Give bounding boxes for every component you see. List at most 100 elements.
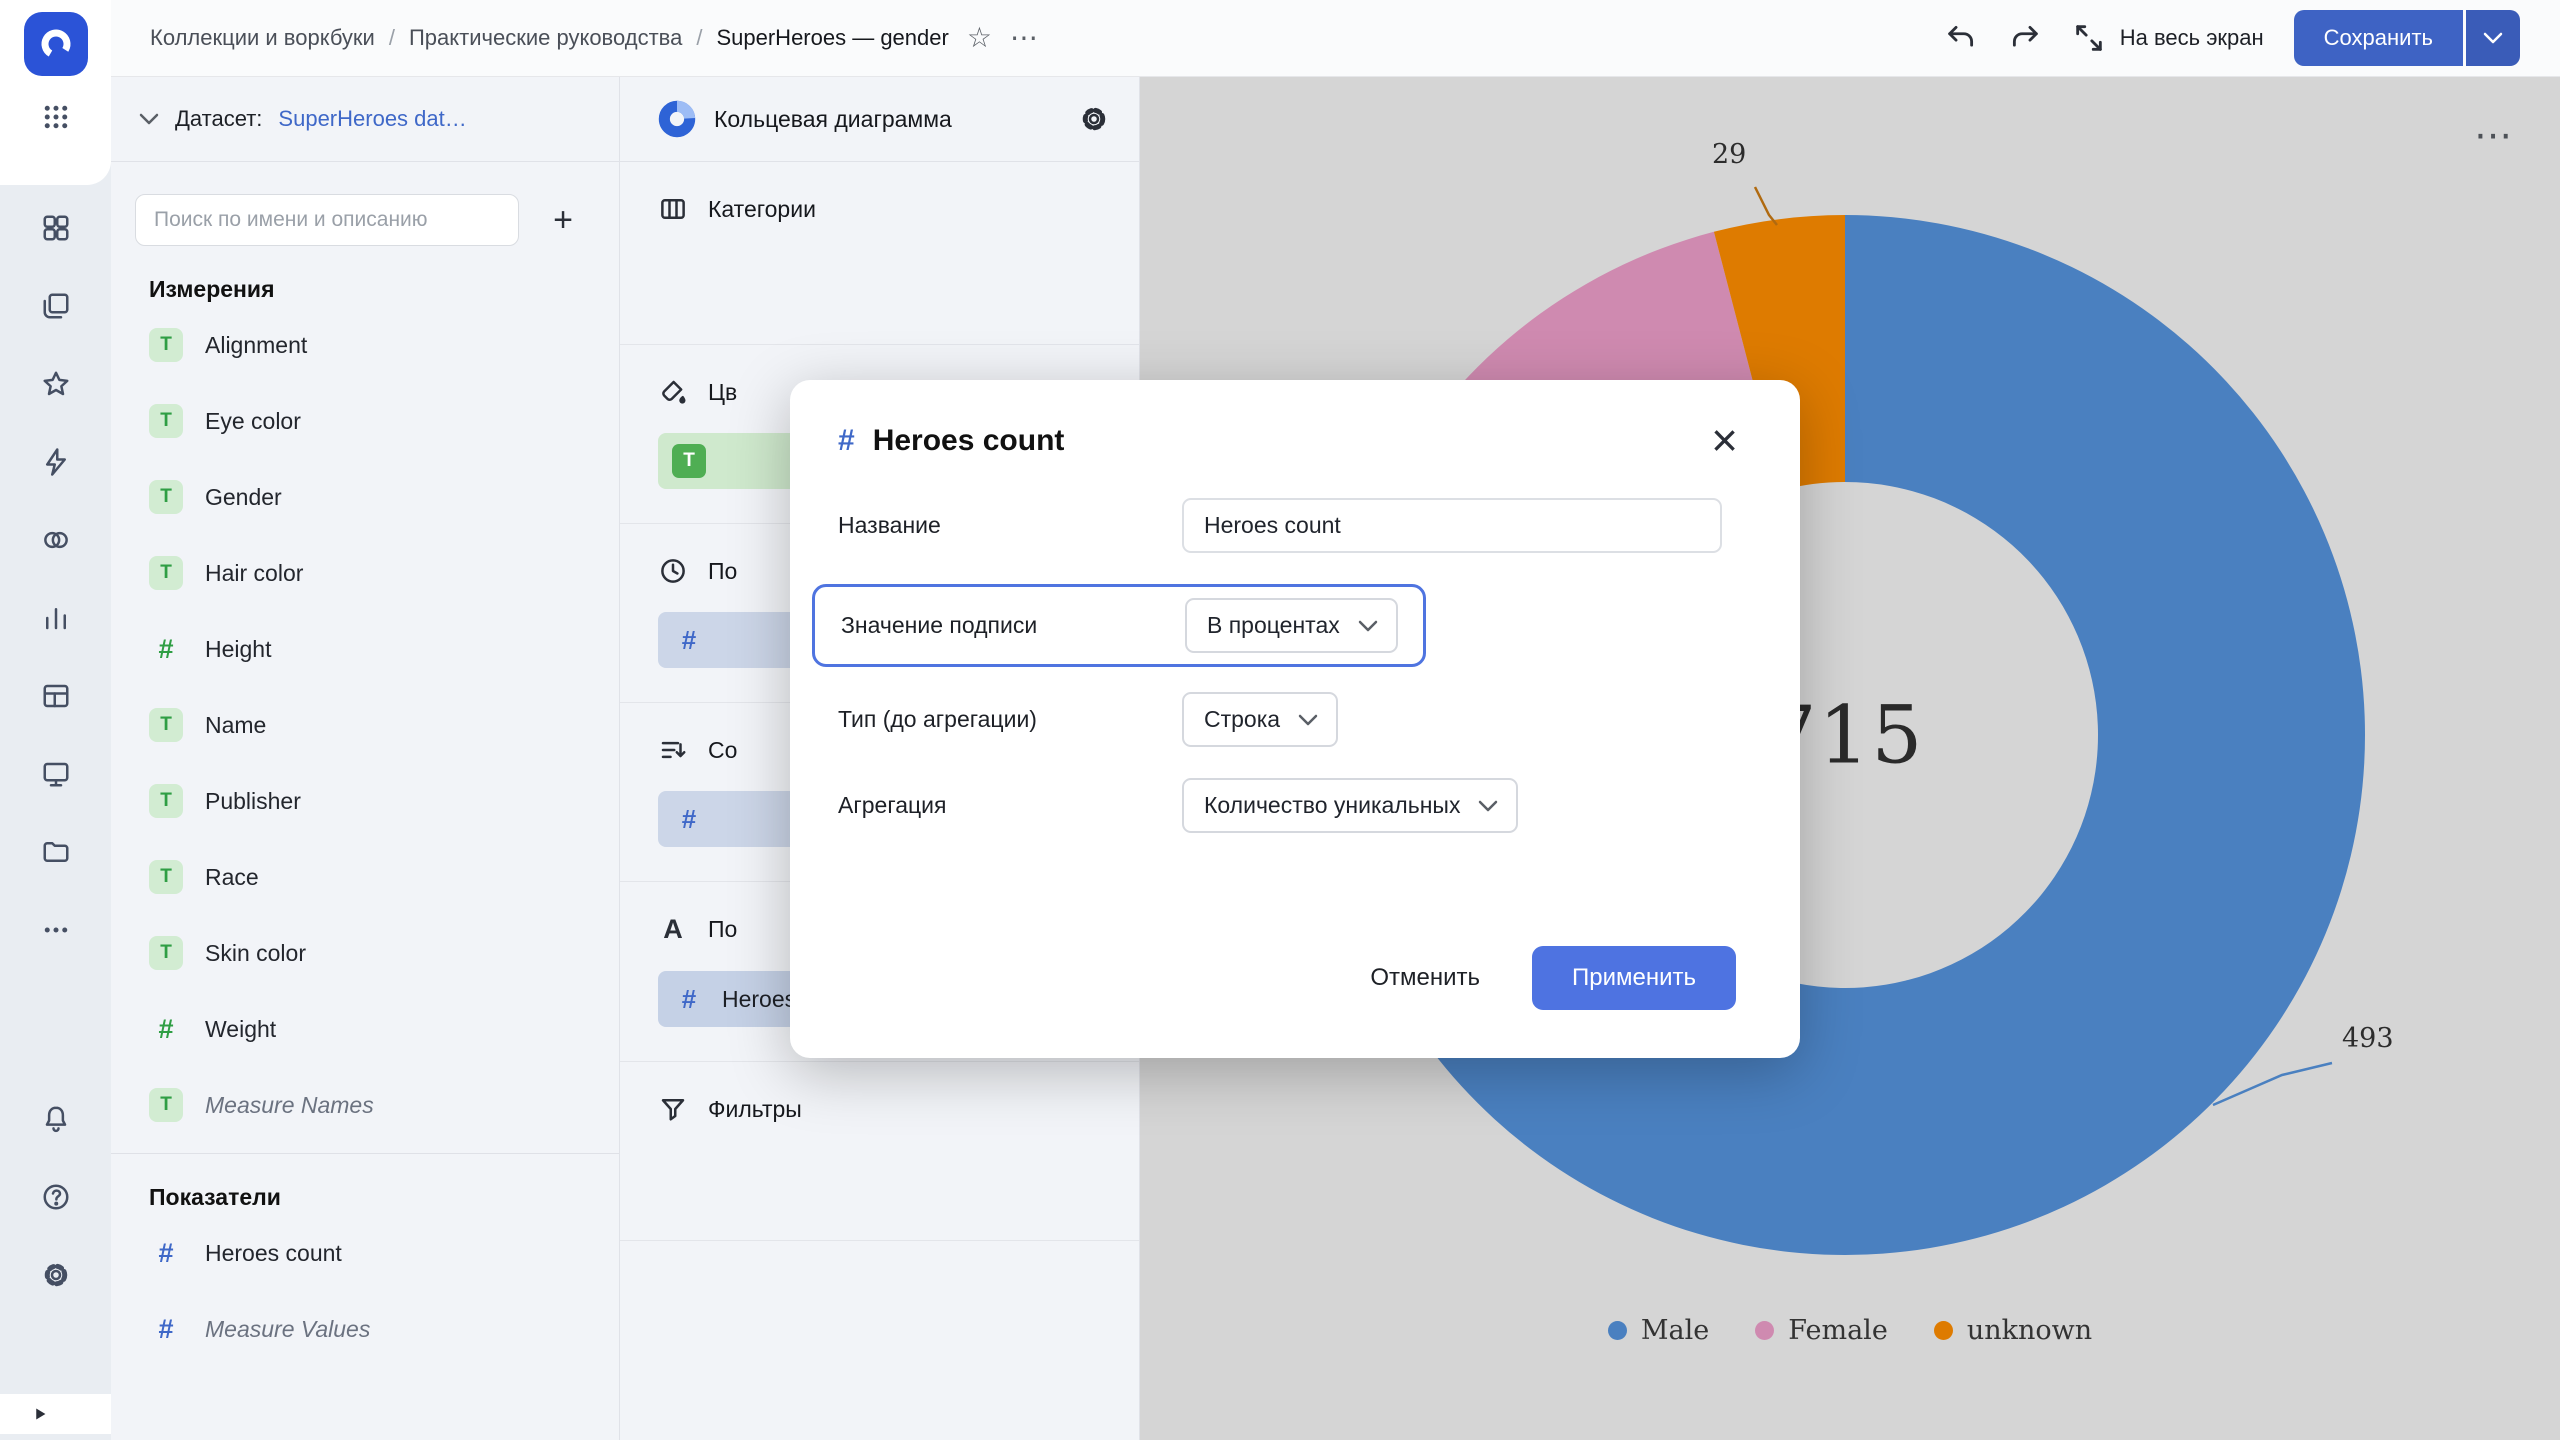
add-field-button[interactable]: + [535,194,591,246]
letter-a-icon: A [658,914,688,945]
field-list-item[interactable]: #Measure Values [111,1291,619,1367]
aggregation-select[interactable]: Количество уникальных [1182,778,1518,833]
lightning-icon[interactable] [41,447,71,477]
section-label: По [708,558,737,585]
collapse-bar[interactable] [0,1394,111,1434]
bell-icon[interactable] [41,1104,71,1134]
field-label: Значение подписи [841,612,1185,639]
chevron-down-icon [1358,620,1378,632]
callout-line-unknown [1755,187,1777,225]
field-list-item[interactable]: TAlignment [111,307,619,383]
section-label: Категории [708,196,816,223]
section-label: Фильтры [708,1096,802,1123]
dataset-panel: Датасет: SuperHeroes dat… + Измерения TA… [111,77,620,1440]
more-icon[interactable] [41,915,71,945]
field-list-item[interactable]: TName [111,687,619,763]
layers-icon[interactable] [41,291,71,321]
dataset-name-link[interactable]: SuperHeroes dat… [278,106,466,132]
folder-icon[interactable] [41,837,71,867]
number-type-icon: # [838,424,855,458]
dataset-header: Датасет: SuperHeroes dat… [111,77,619,162]
viz-section-categories[interactable]: Категории [620,162,1139,345]
field-row-label-value: Значение подписи В процентах [812,584,1426,667]
field-settings-modal: # Heroes count × Название Значение подпи… [790,380,1800,1058]
funnel-icon [658,1094,688,1124]
gear-icon[interactable] [41,1260,71,1290]
legend-item-Male[interactable]: Male [1608,1315,1709,1346]
modal-body: Название Значение подписи В процентах Ти… [790,458,1800,833]
help-icon[interactable] [41,1182,71,1212]
field-list-item[interactable]: TSkin color [111,915,619,991]
app-window: Коллекции и воркбуки / Практические руко… [0,0,2560,1440]
field-list-item[interactable]: TGender [111,459,619,535]
name-input[interactable] [1182,498,1722,553]
logo-icon [36,24,76,64]
chevron-down-icon [1478,800,1498,812]
undo-icon[interactable] [1944,21,1978,55]
clock-icon [658,556,688,586]
monitor-icon[interactable] [41,759,71,789]
number-type-icon: # [672,804,706,835]
field-label: Агрегация [838,792,1182,819]
venn-icon[interactable] [41,525,71,555]
close-icon[interactable]: × [1705,416,1744,464]
select-value: В процентах [1207,612,1340,639]
field-row-aggregation: Агрегация Количество уникальных [838,778,1736,833]
dataset-label: Датасет: [175,106,262,132]
fullscreen-label: На весь экран [2120,25,2264,51]
field-list-item[interactable]: TMeasure Names [111,1067,619,1143]
field-row-type: Тип (до агрегации) Строка [838,692,1736,747]
field-list-item[interactable]: THair color [111,535,619,611]
dimensions-list: TAlignmentTEye colorTGenderTHair color#H… [111,307,619,1143]
field-list-item[interactable]: #Weight [111,991,619,1067]
breadcrumb-current: SuperHeroes — gender [716,25,948,51]
legend-item-unknown[interactable]: unknown [1934,1315,2092,1346]
donut-chart-type-icon[interactable] [658,100,696,138]
label-value-select[interactable]: В процентах [1185,598,1398,653]
search-input[interactable] [135,194,519,246]
measures-title: Показатели [111,1154,619,1215]
type-select[interactable]: Строка [1182,692,1338,747]
field-name: Measure Names [205,1092,374,1119]
more-actions-icon[interactable]: ⋯ [1010,24,1038,52]
breadcrumb-collections[interactable]: Коллекции и воркбуки [150,25,375,51]
text-type-icon: T [149,480,183,514]
field-list-item[interactable]: TRace [111,839,619,915]
number-type-icon: # [149,1014,183,1045]
section-label: Цв [708,379,737,406]
field-list-item[interactable]: #Heroes count [111,1215,619,1291]
paint-bucket-icon [658,377,688,407]
favorite-star-icon[interactable]: ☆ [967,24,992,52]
fullscreen-button[interactable]: На весь экран [2072,21,2264,55]
star-icon[interactable] [41,369,71,399]
apps-grid-icon[interactable] [41,102,71,132]
bar-chart-icon[interactable] [41,603,71,633]
field-list-item[interactable]: TPublisher [111,763,619,839]
redo-icon[interactable] [2008,21,2042,55]
field-list-item[interactable]: TEye color [111,383,619,459]
field-list-item[interactable]: #Height [111,611,619,687]
number-type-icon: # [149,1314,183,1345]
text-type-icon: T [149,860,183,894]
breadcrumb-guides[interactable]: Практические руководства [409,25,682,51]
chart-settings-gear-icon[interactable] [1079,104,1109,134]
text-type-icon: T [672,444,706,478]
data-label-unknown: 29 [1712,139,1746,170]
field-name: Name [205,712,266,739]
field-row-name: Название [838,498,1736,553]
datalens-logo[interactable] [24,12,88,76]
number-type-icon: # [672,625,706,656]
table-icon[interactable] [41,681,71,711]
legend-item-Female[interactable]: Female [1755,1315,1888,1346]
viz-section-filters[interactable]: Фильтры [620,1062,1139,1241]
cancel-button[interactable]: Отменить [1364,963,1486,993]
text-type-icon: T [149,784,183,818]
legend-dot [1608,1321,1627,1340]
chevron-down-icon[interactable] [139,113,159,125]
squares-icon[interactable] [41,213,71,243]
apply-button[interactable]: Применить [1532,946,1736,1010]
save-dropdown-button[interactable] [2466,10,2520,66]
top-bar: Коллекции и воркбуки / Практические руко… [0,0,2560,77]
save-button[interactable]: Сохранить [2294,10,2463,66]
chart-type-label[interactable]: Кольцевая диаграмма [714,106,1061,133]
